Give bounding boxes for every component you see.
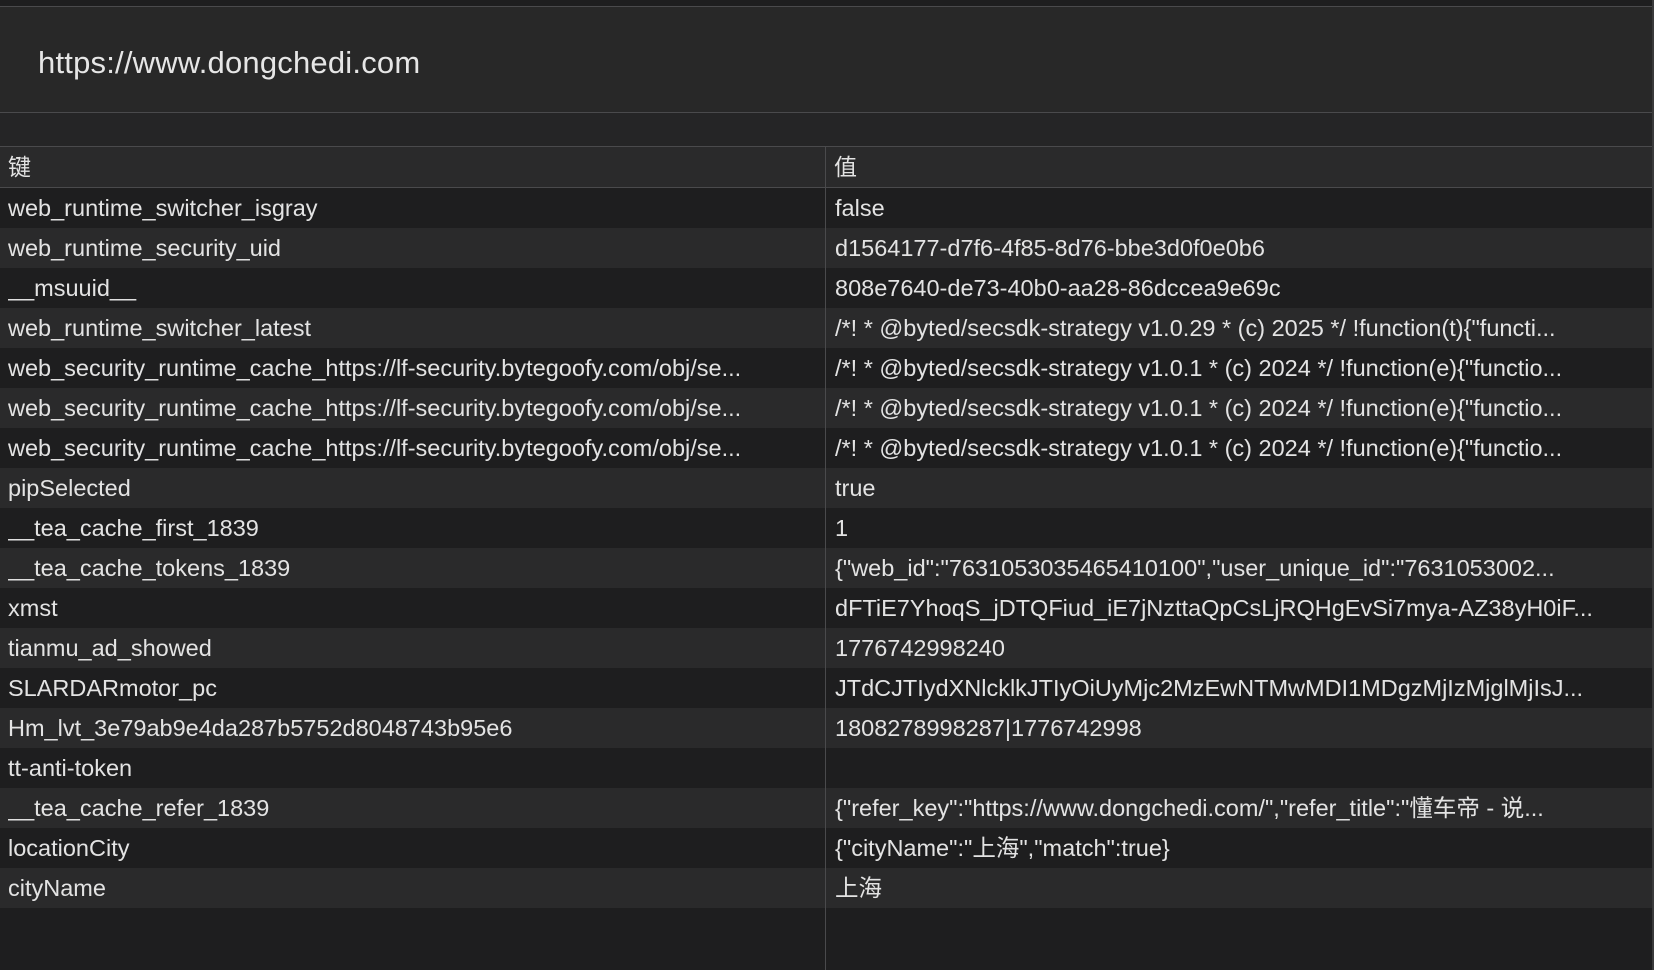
- table-row[interactable]: __tea_cache_tokens_1839 {"web_id":"763105…: [0, 548, 1654, 588]
- row-value: {"refer_key":"https://www.dongchedi.com/…: [835, 795, 1544, 821]
- row-value: 808e7640-de73-40b0-aa28-86dccea9e69c: [835, 275, 1281, 301]
- row-key: Hm_lvt_3e79ab9e4da287b5752d8048743b95e6: [8, 715, 513, 741]
- column-header-value[interactable]: 值: [826, 147, 1654, 187]
- row-key: pipSelected: [8, 475, 131, 501]
- row-value: JTdCJTIydXNlcklkJTIyOiUyMjc2MzEwNTMwMDI1…: [835, 675, 1584, 701]
- row-key: locationCity: [8, 835, 130, 861]
- table-row[interactable]: __msuuid__ 808e7640-de73-40b0-aa28-86dcce…: [0, 268, 1654, 308]
- row-key: web_runtime_security_uid: [8, 235, 282, 261]
- row-key: web_security_runtime_cache_https://lf-se…: [8, 435, 742, 461]
- table-row[interactable]: web_security_runtime_cache_https://lf-se…: [0, 388, 1654, 428]
- row-value: d1564177-d7f6-4f85-8d76-bbe3d0f0e0b6: [835, 235, 1265, 261]
- row-key: tt-anti-token: [8, 755, 133, 781]
- storage-table: web_runtime_switcher_isgray false web_run…: [0, 188, 1654, 908]
- row-value: {"cityName":"上海","match":true}: [835, 835, 1170, 861]
- table-row[interactable]: web_security_runtime_cache_https://lf-se…: [0, 428, 1654, 468]
- row-key: xmst: [8, 595, 58, 621]
- row-key: __tea_cache_first_1839: [8, 515, 259, 541]
- table-row[interactable]: tt-anti-token: [0, 748, 1654, 788]
- table-row[interactable]: __tea_cache_refer_1839 {"refer_key":"http…: [0, 788, 1654, 828]
- origin-header: https://www.dongchedi.com: [0, 7, 1654, 112]
- row-key: __msuuid__: [8, 275, 137, 301]
- table-row[interactable]: xmst dFTiE7YhoqS_jDTQFiud_iE7jNzttaQpCsLj…: [0, 588, 1654, 628]
- table-row[interactable]: tianmu_ad_showed 1776742998240: [0, 628, 1654, 668]
- table-row[interactable]: __tea_cache_first_1839 1: [0, 508, 1654, 548]
- table-header: 键 值: [0, 147, 1654, 188]
- row-key: __tea_cache_refer_1839: [8, 795, 270, 821]
- row-value: false: [835, 195, 885, 221]
- row-value: {"web_id":"7631053035465410100","user_un…: [835, 555, 1555, 581]
- row-value: dFTiE7YhoqS_jDTQFiud_iE7jNzttaQpCsLjRQHg…: [835, 595, 1593, 621]
- row-value: /*! * @byted/secsdk-strategy v1.0.1 * (c…: [835, 395, 1563, 421]
- row-value: /*! * @byted/secsdk-strategy v1.0.1 * (c…: [835, 355, 1563, 381]
- row-value: /*! * @byted/secsdk-strategy v1.0.29 * (…: [835, 315, 1556, 341]
- row-value: true: [835, 475, 876, 501]
- table-row[interactable]: web_runtime_switcher_latest /*! * @byted/…: [0, 308, 1654, 348]
- column-header-key[interactable]: 键: [0, 147, 825, 187]
- table-row[interactable]: SLARDARmotor_pc JTdCJTIydXNlcklkJTIyOiUyM…: [0, 668, 1654, 708]
- row-key: __tea_cache_tokens_1839: [8, 555, 291, 581]
- table-row[interactable]: cityName 上海: [0, 868, 1654, 908]
- row-key: web_security_runtime_cache_https://lf-se…: [8, 355, 742, 381]
- column-divider[interactable]: [825, 147, 826, 970]
- origin-title: https://www.dongchedi.com: [38, 45, 421, 80]
- row-key: tianmu_ad_showed: [8, 635, 212, 661]
- row-value: 上海: [835, 875, 882, 901]
- row-value: /*! * @byted/secsdk-strategy v1.0.1 * (c…: [835, 435, 1563, 461]
- row-key: web_runtime_switcher_latest: [8, 315, 312, 341]
- row-value: 1: [835, 515, 849, 541]
- table-row[interactable]: pipSelected true: [0, 468, 1654, 508]
- row-value: 1808278998287|1776742998: [835, 715, 1142, 741]
- row-key: cityName: [8, 875, 106, 901]
- table-row[interactable]: locationCity {"cityName":"上海","match":tru…: [0, 828, 1654, 868]
- row-key: web_security_runtime_cache_https://lf-se…: [8, 395, 742, 421]
- row-key: web_runtime_switcher_isgray: [8, 195, 318, 221]
- table-row[interactable]: web_security_runtime_cache_https://lf-se…: [0, 348, 1654, 388]
- toolbar-strip: [0, 113, 1654, 146]
- table-row[interactable]: Hm_lvt_3e79ab9e4da287b5752d8048743b95e6 1…: [0, 708, 1654, 748]
- row-value: [835, 748, 1638, 788]
- table-row[interactable]: web_runtime_switcher_isgray false: [0, 188, 1654, 228]
- row-value: 1776742998240: [835, 635, 1005, 661]
- table-row[interactable]: web_runtime_security_uid d1564177-d7f6-4f…: [0, 228, 1654, 268]
- row-key: SLARDARmotor_pc: [8, 675, 217, 701]
